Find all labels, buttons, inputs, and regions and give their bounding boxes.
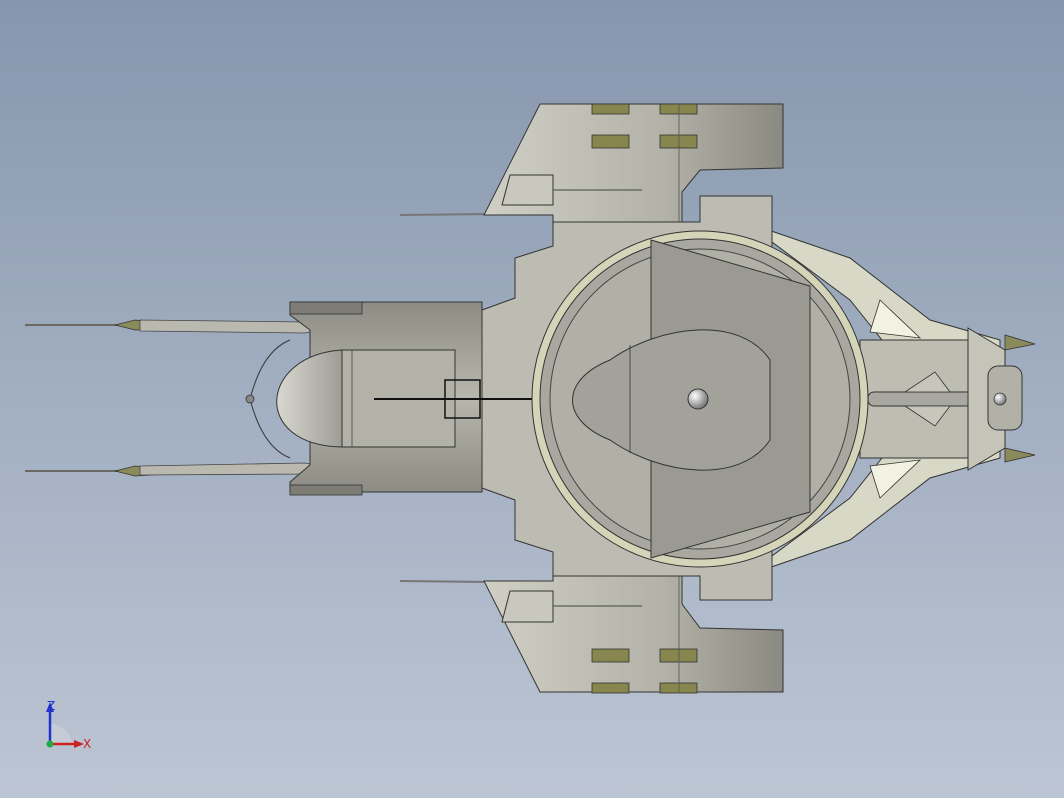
upper-forward-spike xyxy=(25,319,331,334)
main-disc[interactable] xyxy=(531,230,869,568)
x-axis-label: X xyxy=(83,737,91,751)
axis-triad: Z X xyxy=(36,696,106,758)
engine-cluster xyxy=(859,327,1036,471)
z-axis-label: Z xyxy=(47,699,55,713)
coordinate-axes-icon: Z X xyxy=(46,699,91,751)
spaceship-model[interactable] xyxy=(0,0,1064,798)
lower-forward-spike xyxy=(25,462,331,477)
3d-viewport[interactable]: Z X xyxy=(0,0,1064,798)
